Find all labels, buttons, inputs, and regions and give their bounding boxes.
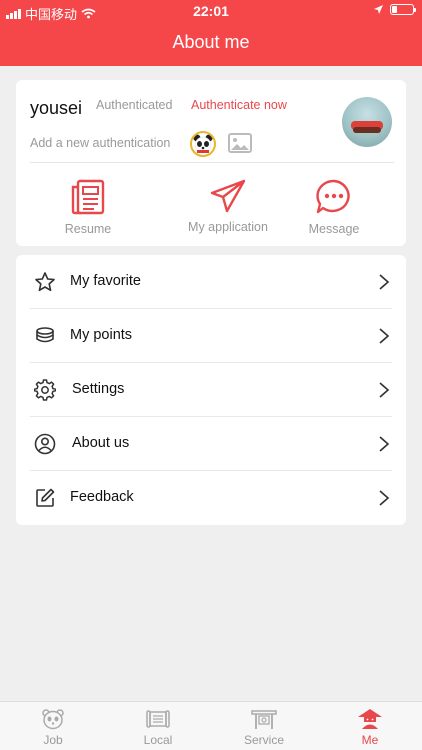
clock: 22:01 (193, 3, 229, 19)
menu-item-feedback[interactable]: Feedback (16, 471, 406, 525)
avatar[interactable] (342, 97, 392, 147)
chevron-right-icon (379, 328, 390, 344)
user-circle-icon (34, 433, 56, 455)
tab-local[interactable]: Local (118, 708, 198, 747)
newspaper-icon (71, 179, 105, 215)
tab-local-label: Local (143, 733, 173, 747)
edit-icon (36, 488, 55, 507)
tab-me[interactable]: Me (330, 708, 410, 747)
menu-item-settings[interactable]: Settings (16, 363, 406, 417)
tab-service[interactable]: Service (224, 708, 304, 747)
chevron-right-icon (379, 274, 390, 290)
tab-job[interactable]: Job (13, 708, 93, 747)
message-label: Message (308, 222, 360, 236)
menu-item-my-favorite[interactable]: My favorite (16, 255, 406, 309)
battery-icon (390, 4, 416, 15)
menu-item-my-points[interactable]: My points (16, 309, 406, 363)
star-icon (35, 272, 55, 292)
gate-icon (251, 710, 277, 729)
auth-status: Authenticated (96, 98, 173, 112)
panda-badge-icon[interactable] (190, 131, 216, 157)
menu-label: My favorite (70, 273, 141, 289)
menu-label: My points (70, 327, 133, 343)
image-icon[interactable] (228, 133, 252, 153)
hat-person-icon (358, 709, 382, 729)
my-application-button[interactable]: My application (173, 178, 283, 234)
chevron-right-icon (379, 382, 390, 398)
menu-label: Feedback (70, 489, 134, 505)
avatar-band-shadow (353, 127, 381, 133)
app-header: 中国移动 22:01 About me (0, 0, 422, 66)
menu-item-about-us[interactable]: About us (16, 417, 406, 471)
chat-bubble-icon (316, 179, 350, 214)
message-button[interactable]: Message (279, 178, 389, 236)
tab-service-label: Service (243, 733, 284, 747)
my-application-label: My application (188, 220, 268, 234)
authenticate-now-link[interactable]: Authenticate now (191, 98, 287, 112)
chevron-right-icon (379, 490, 390, 506)
paper-plane-icon (210, 179, 246, 213)
card-divider (30, 162, 394, 163)
panda-icon (42, 709, 64, 730)
username: yousei (30, 98, 83, 118)
tab-me-label: Me (361, 733, 379, 747)
profile-card: yousei Authenticated Authenticate now Ad… (16, 80, 406, 246)
menu-label: Settings (72, 381, 125, 397)
status-bar: 中国移动 22:01 (0, 0, 422, 22)
add-authentication-link[interactable]: Add a new authentication (30, 136, 170, 150)
page-title: About me (172, 32, 250, 52)
tab-bar: Job Local Service Me (0, 701, 422, 750)
scroll-icon (146, 710, 170, 728)
location-arrow-icon (374, 5, 383, 14)
gear-icon (34, 379, 56, 401)
coins-stack-icon (36, 327, 54, 343)
resume-button[interactable]: Resume (33, 178, 143, 236)
menu-list: My favorite My points Settings About us … (16, 255, 406, 525)
chevron-right-icon (379, 436, 390, 452)
tab-job-label: Job (43, 733, 63, 747)
menu-label: About us (72, 435, 130, 451)
resume-label: Resume (64, 222, 112, 236)
status-right (373, 4, 416, 15)
